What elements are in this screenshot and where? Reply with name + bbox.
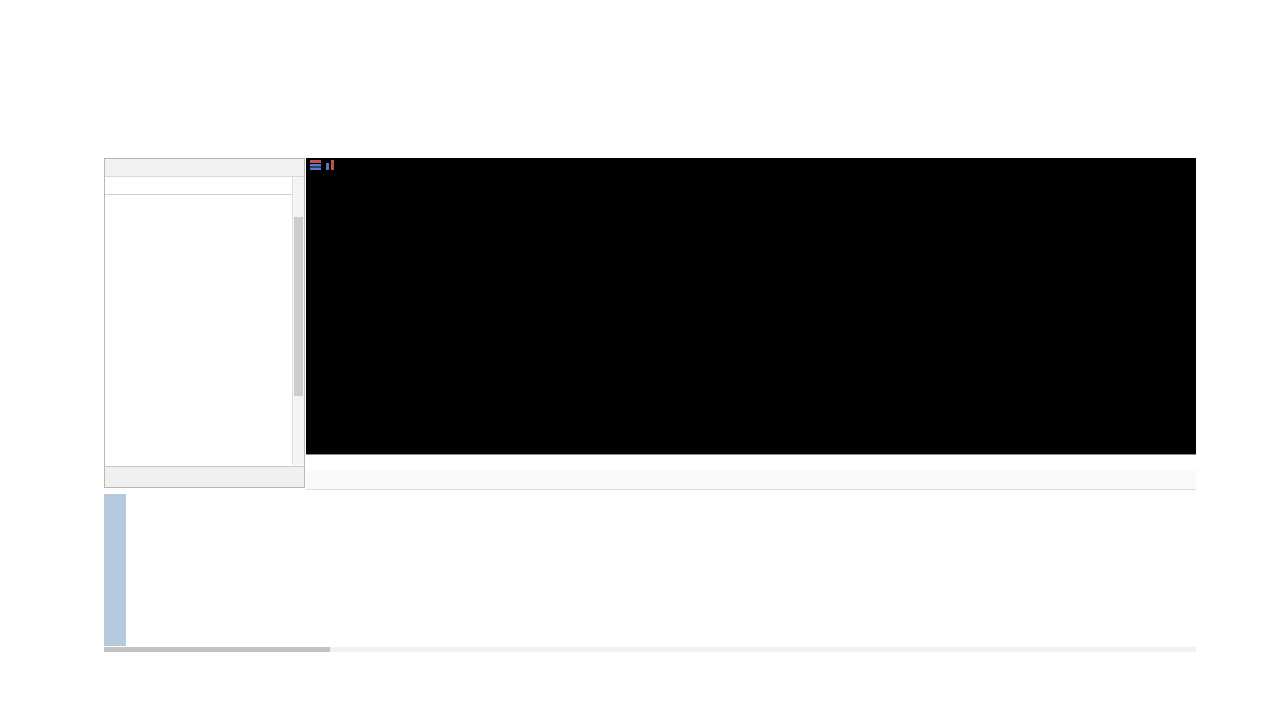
- tester-side-strip: [104, 494, 126, 646]
- scrollbar-thumb[interactable]: [294, 217, 303, 396]
- chart-title-line: [310, 160, 344, 170]
- app-window: { "title": { "text": "BACKTEST RESULTS",…: [0, 0, 1280, 720]
- candlestick-chart[interactable]: [306, 158, 1196, 455]
- time-axis: [306, 454, 1196, 470]
- strategy-tester-panel: [104, 494, 1196, 646]
- chart-bars-icon: [325, 160, 336, 170]
- click-to-add-row[interactable]: [105, 451, 292, 467]
- page-title: [280, 99, 1036, 129]
- market-watch-scrollbar[interactable]: [292, 177, 304, 465]
- horizontal-scrollbar[interactable]: [104, 647, 1196, 652]
- price-chart-window[interactable]: [306, 158, 1196, 470]
- scrollbar-thumb[interactable]: [104, 647, 330, 652]
- market-watch-column-headers: [105, 177, 304, 195]
- balance-equity-chart: [126, 494, 1196, 646]
- chart-tabs-bar: [306, 470, 1196, 490]
- market-watch-tabs: [105, 466, 304, 487]
- market-watch-panel: [104, 158, 305, 488]
- quotes-table-icon: [310, 160, 321, 170]
- market-watch-titlebar: [105, 159, 304, 177]
